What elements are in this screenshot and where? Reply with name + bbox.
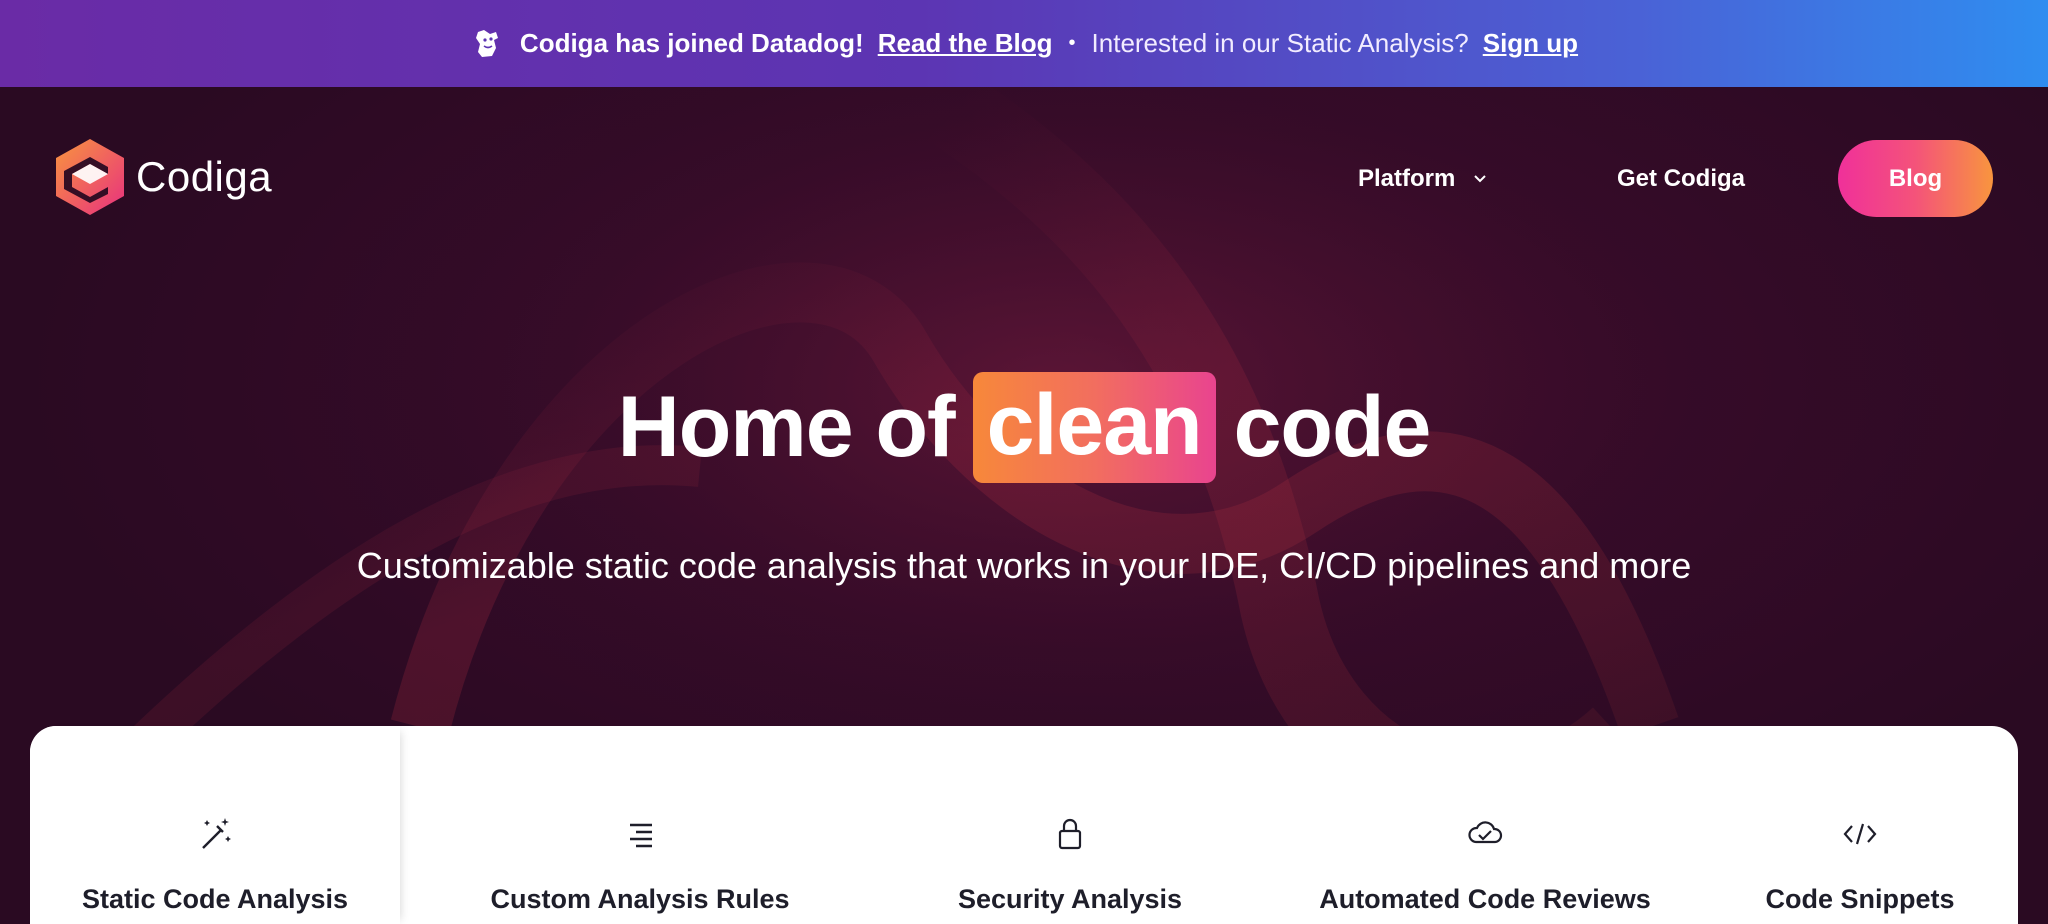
nav-platform-label: Platform xyxy=(1358,165,1456,192)
banner-question: Interested in our Static Analysis? xyxy=(1091,28,1469,58)
hero-title-highlight: clean xyxy=(972,372,1216,483)
feature-label: Security Analysis xyxy=(957,884,1183,914)
hero-subtitle: Customizable static code analysis that w… xyxy=(356,545,1692,586)
feature-tab-automated-code-reviews[interactable]: Automated Code Reviews xyxy=(1270,726,1700,924)
read-blog-link[interactable]: Read the Blog xyxy=(878,28,1053,59)
brand-name: Codiga xyxy=(136,153,273,200)
signup-link[interactable]: Sign up xyxy=(1483,28,1578,59)
hero-title: Home of clean code xyxy=(0,370,2048,485)
lock-icon xyxy=(1050,814,1090,854)
announcement-banner: Codiga has joined Datadog! Read the Blog… xyxy=(0,0,2048,87)
datadog-icon xyxy=(470,26,506,62)
code-icon xyxy=(1840,814,1880,854)
lines-icon xyxy=(620,814,660,854)
feature-label: Automated Code Reviews xyxy=(1319,884,1651,914)
feature-tab-code-snippets[interactable]: Code Snippets xyxy=(1710,726,2010,924)
hero-title-after: code xyxy=(1233,379,1432,475)
nav-platform-dropdown[interactable]: Platform xyxy=(1358,165,1487,193)
blog-button[interactable]: Blog xyxy=(1838,140,1993,217)
main-nav: Codiga Platform Get Codiga Blog xyxy=(0,87,2048,267)
features-card: Static Code Analysis Custom Analysis Rul… xyxy=(30,726,2018,924)
nav-get-codiga[interactable]: Get Codiga xyxy=(1617,165,1745,193)
magic-wand-icon xyxy=(195,814,235,854)
codiga-logo[interactable]: Codiga xyxy=(54,137,272,217)
feature-label: Custom Analysis Rules xyxy=(490,884,790,914)
feature-tab-security-analysis[interactable]: Security Analysis xyxy=(870,726,1270,924)
hero-title-before: Home of xyxy=(617,379,956,475)
feature-label: Static Code Analysis xyxy=(81,884,349,914)
feature-tab-static-code-analysis[interactable]: Static Code Analysis xyxy=(30,726,400,924)
banner-announcement: Codiga has joined Datadog! xyxy=(519,28,864,58)
feature-tab-custom-analysis-rules[interactable]: Custom Analysis Rules xyxy=(425,726,855,924)
codiga-logo-icon xyxy=(56,139,124,215)
cloud-check-icon xyxy=(1465,814,1505,854)
banner-separator: • xyxy=(1068,32,1076,54)
feature-label: Code Snippets xyxy=(1765,884,1955,914)
chevron-down-icon xyxy=(1473,174,1487,184)
